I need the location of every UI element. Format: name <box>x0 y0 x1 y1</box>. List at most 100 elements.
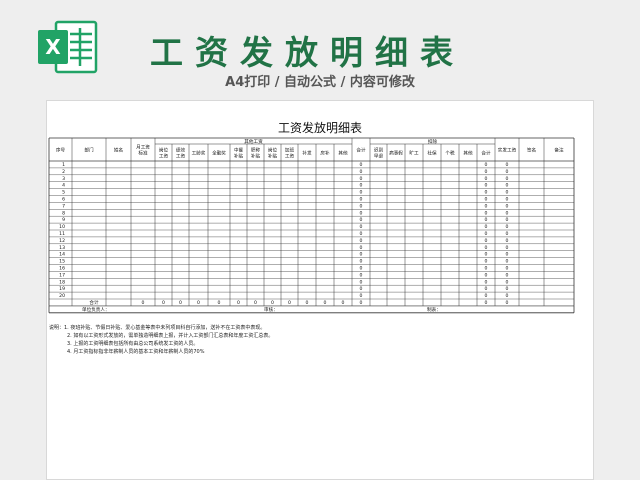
cell-deduction-total: 0 <box>485 293 488 299</box>
row-number: 20 <box>59 293 65 299</box>
row-number: 19 <box>59 286 65 292</box>
cell-deduction-total: 0 <box>485 272 488 278</box>
cell-net-pay: 0 <box>506 286 509 292</box>
row-number: 18 <box>59 279 65 285</box>
cell-deduction-total: 0 <box>485 245 488 251</box>
column-header: 房补 <box>320 150 330 157</box>
cell-other-total: 0 <box>360 169 363 175</box>
total-row-value: 0 <box>237 300 240 306</box>
column-header: 迟到 <box>374 147 384 154</box>
note-line-3: 3. 上报的工资明细表包括所有由总公司系统发工资的人员。 <box>67 341 199 347</box>
salary-table: 其他工资 扣除序号 部门 姓名月工资标准岗位工资绩效工资工龄奖 全勤奖中餐补贴职称补贴岗… <box>48 137 575 314</box>
cell-other-total: 0 <box>360 252 363 258</box>
column-header: 职称 <box>251 147 261 154</box>
row-number: 3 <box>62 176 65 182</box>
total-row-value: 0 <box>342 300 345 306</box>
cell-deduction-total: 0 <box>485 266 488 272</box>
column-header: 岗位 <box>159 147 169 154</box>
total-row-value: 0 <box>179 300 182 306</box>
excel-logo-icon: X <box>38 20 98 74</box>
total-row-value: 0 <box>142 300 145 306</box>
row-number: 13 <box>59 245 65 251</box>
total-net-pay: 0 <box>506 300 509 306</box>
note-line-4: 4. 月工资指标指非年薪制人员的基本工资和年薪制人员的70% <box>67 349 205 355</box>
row-number: 6 <box>62 197 65 203</box>
column-header: 姓名 <box>114 147 123 154</box>
svg-text:X: X <box>45 35 61 59</box>
column-header: 工资 <box>285 153 295 160</box>
column-header: 工资 <box>176 153 186 160</box>
cell-deduction-total: 0 <box>485 210 488 216</box>
column-header: 补发 <box>302 150 312 157</box>
column-header: 补贴 <box>268 153 278 160</box>
cell-net-pay: 0 <box>506 162 509 168</box>
cell-deduction-total: 0 <box>485 259 488 265</box>
cell-net-pay: 0 <box>506 210 509 216</box>
cell-other-total: 0 <box>360 210 363 216</box>
column-header: 合计 <box>481 150 491 157</box>
spreadsheet-page: 工资发放明细表 其他工资 扣除 序号 部门 姓名 月工资 标准 岗位 工资 绩效 工资 工龄奖 全勤奖中… <box>46 100 594 480</box>
row-number: 5 <box>62 190 65 196</box>
cell-other-total: 0 <box>360 224 363 230</box>
row-number: 8 <box>62 210 65 216</box>
column-header: 加班 <box>285 147 295 154</box>
total-deduction-total: 0 <box>485 300 488 306</box>
cell-net-pay: 0 <box>506 231 509 237</box>
row-number: 1 <box>62 162 65 168</box>
cell-other-total: 0 <box>360 162 363 168</box>
footer-review-label: 审核： <box>264 306 278 313</box>
row-number: 16 <box>59 266 65 272</box>
cell-net-pay: 0 <box>506 293 509 299</box>
row-number: 10 <box>59 224 65 230</box>
note-line-1: 说明：1. 夜班补贴、节假日补贴、爱心基金等表中未列项目科自行添加，送补不在工资… <box>49 325 266 331</box>
row-number: 4 <box>62 183 65 189</box>
column-header: 合计 <box>356 147 366 154</box>
column-header: 个税 <box>445 150 455 157</box>
total-other-total: 0 <box>360 300 363 306</box>
cell-deduction-total: 0 <box>485 162 488 168</box>
cell-deduction-total: 0 <box>485 252 488 258</box>
total-row-value: 0 <box>254 300 257 306</box>
cell-deduction-total: 0 <box>485 217 488 223</box>
cell-other-total: 0 <box>360 245 363 251</box>
cell-deduction-total: 0 <box>485 190 488 196</box>
cell-other-total: 0 <box>360 293 363 299</box>
cell-deduction-total: 0 <box>485 224 488 230</box>
cell-deduction-total: 0 <box>485 183 488 189</box>
column-header: 标准 <box>138 150 148 157</box>
cell-deduction-total: 0 <box>485 286 488 292</box>
row-number: 2 <box>62 169 65 175</box>
column-header: 旷工 <box>409 150 419 157</box>
cell-other-total: 0 <box>360 272 363 278</box>
column-header: 绩效 <box>176 147 186 154</box>
total-row-value: 0 <box>306 300 309 306</box>
cell-net-pay: 0 <box>506 203 509 209</box>
cell-other-total: 0 <box>360 259 363 265</box>
cell-net-pay: 0 <box>506 197 509 203</box>
column-header: 签名 <box>527 147 536 154</box>
group-header-other-wages: 其他工资 <box>244 138 263 145</box>
column-header: 工资 <box>159 153 169 160</box>
cell-other-total: 0 <box>360 176 363 182</box>
column-header: 岗位 <box>268 147 278 154</box>
column-header: 部门 <box>84 147 94 154</box>
cell-net-pay: 0 <box>506 245 509 251</box>
note-line-2: 2. 如有以工资形式发放的，需单独造明细表上报，并计入工资部门汇总表和年度工资汇… <box>67 333 274 339</box>
column-header: 备注 <box>554 147 564 154</box>
cell-net-pay: 0 <box>506 190 509 196</box>
row-number: 7 <box>62 203 65 209</box>
row-number: 11 <box>59 231 65 237</box>
row-number: 15 <box>59 259 65 265</box>
footer-owner-label: 单位负责人： <box>82 306 110 313</box>
cell-other-total: 0 <box>360 197 363 203</box>
column-header: 全勤奖 <box>212 150 226 157</box>
cell-net-pay: 0 <box>506 238 509 244</box>
cell-other-total: 0 <box>360 190 363 196</box>
cell-net-pay: 0 <box>506 217 509 223</box>
cell-other-total: 0 <box>360 238 363 244</box>
column-header: 工龄奖 <box>192 150 206 157</box>
cell-other-total: 0 <box>360 183 363 189</box>
page-subtitle: A4打印 / 自动公式 / 内容可修改 <box>225 75 415 90</box>
total-row-label: 合计 <box>89 299 99 306</box>
cell-deduction-total: 0 <box>485 279 488 285</box>
